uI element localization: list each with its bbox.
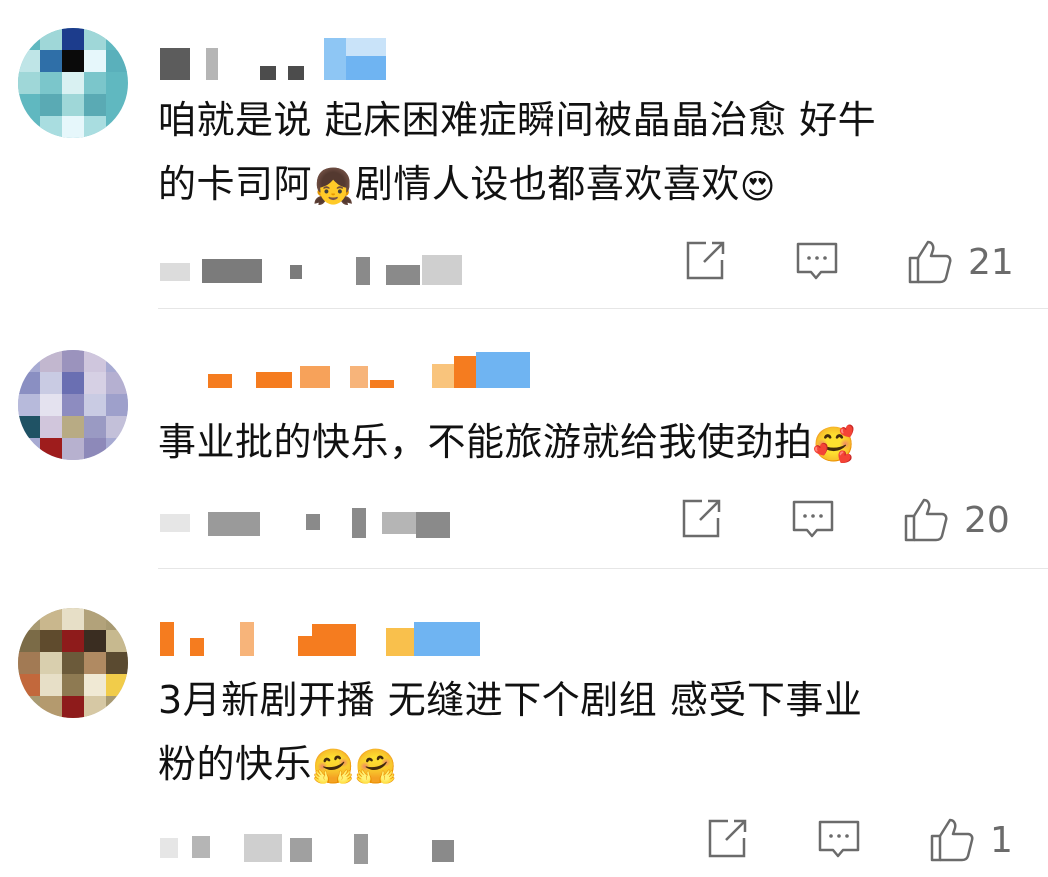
divider — [158, 308, 1048, 309]
comment-actions: 1 — [660, 816, 1020, 866]
comment-text: 事业批的快乐，不能旅游就给我使劲拍🥰 — [158, 410, 1008, 477]
hugging-emoji-icon: 🤗🤗 — [312, 746, 398, 787]
thumb-up-icon — [930, 818, 974, 862]
timestamp-blurred — [160, 255, 480, 285]
username-blurred[interactable] — [160, 38, 400, 80]
avatar[interactable] — [18, 608, 128, 718]
heart-eyes-emoji-icon: 😍 — [739, 166, 776, 207]
like-button[interactable]: 20 — [902, 496, 1010, 544]
share-button[interactable] — [678, 496, 724, 542]
share-icon — [686, 241, 725, 280]
like-count: 21 — [968, 241, 1014, 283]
username-blurred[interactable] — [160, 352, 540, 392]
avatar[interactable] — [18, 350, 128, 460]
share-icon — [682, 499, 721, 538]
share-button[interactable] — [704, 816, 750, 862]
divider — [158, 568, 1048, 569]
smiling-hearts-emoji-icon: 🥰 — [812, 424, 856, 465]
username-blurred[interactable] — [160, 622, 500, 662]
reply-button[interactable] — [794, 238, 840, 284]
thumb-up-icon — [908, 240, 952, 284]
comment-icon — [818, 820, 860, 858]
comment-item-1: 咱就是说 起床困难症瞬间被晶晶治愈 好牛 的卡司阿👧剧情人设也都喜欢喜欢😍 21 — [0, 0, 1048, 310]
comment-text: 咱就是说 起床困难症瞬间被晶晶治愈 好牛 的卡司阿👧剧情人设也都喜欢喜欢😍 — [158, 88, 1008, 219]
comment-item-3: 3月新剧开播 无缝进下个剧组 感受下事业 粉的快乐🤗🤗 1 — [0, 570, 1048, 877]
comment-icon — [792, 500, 834, 538]
comment-icon — [796, 242, 838, 280]
share-icon — [708, 819, 747, 858]
comment-item-2: 事业批的快乐，不能旅游就给我使劲拍🥰 20 — [0, 310, 1048, 570]
comment-text: 3月新剧开播 无缝进下个剧组 感受下事业 粉的快乐🤗🤗 — [158, 668, 1008, 799]
like-count: 20 — [964, 499, 1010, 541]
comment-actions: 20 — [660, 496, 1020, 546]
share-button[interactable] — [682, 238, 728, 284]
like-button[interactable]: 1 — [928, 816, 1013, 864]
like-button[interactable]: 21 — [906, 238, 1014, 286]
reply-button[interactable] — [790, 496, 836, 542]
thumb-up-icon — [904, 498, 948, 542]
avatar[interactable] — [18, 28, 128, 138]
comment-actions: 21 — [660, 238, 1020, 288]
girl-emoji-icon: 👧 — [312, 166, 355, 207]
timestamp-blurred — [160, 508, 480, 538]
reply-button[interactable] — [816, 816, 862, 862]
timestamp-blurred — [160, 834, 480, 864]
like-count: 1 — [990, 819, 1013, 861]
